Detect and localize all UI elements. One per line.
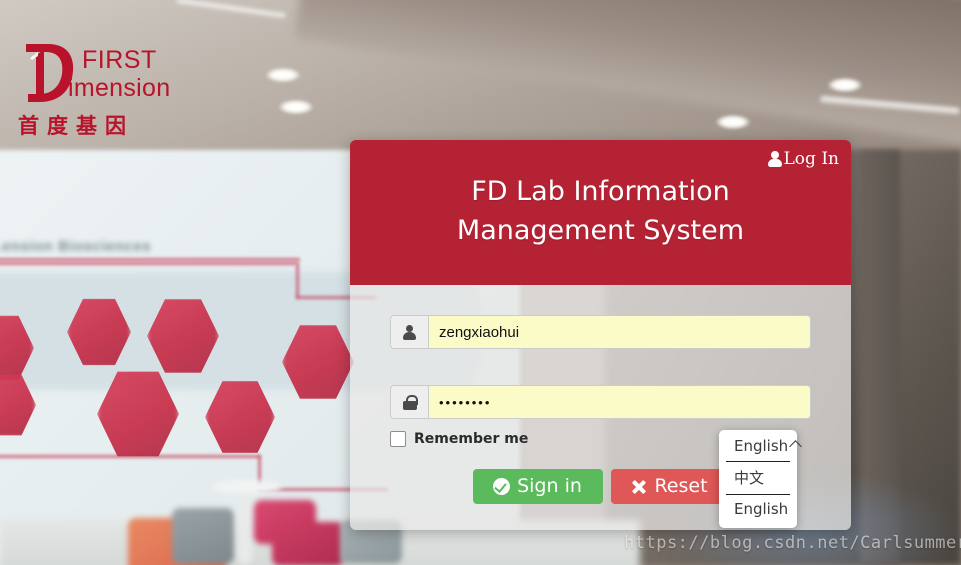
- table-top: [212, 480, 282, 494]
- username-input[interactable]: [428, 315, 811, 349]
- sign-in-button-label: Sign in: [517, 475, 582, 497]
- graphic-line: [296, 262, 299, 298]
- table-stem: [238, 488, 252, 564]
- sign-in-button[interactable]: Sign in: [472, 469, 603, 504]
- password-addon: [390, 385, 428, 419]
- username-addon: [390, 315, 428, 349]
- reset-button[interactable]: Reset: [610, 469, 729, 504]
- logo-chinese-text: 首度基因: [18, 113, 134, 138]
- chevron-up-icon: [791, 442, 801, 448]
- login-panel-header: Log In FD Lab Information Management Sys…: [350, 140, 851, 285]
- remember-me-label[interactable]: Remember me: [414, 431, 528, 447]
- brand-logo: FIRST imension 首度基因: [18, 38, 258, 138]
- password-group: [390, 385, 811, 419]
- page-title: FD Lab Information Management System: [456, 176, 745, 247]
- user-icon: [767, 151, 782, 167]
- logo-d-mark: [18, 38, 80, 104]
- downlight: [266, 68, 300, 82]
- logo-first-text: FIRST: [82, 46, 157, 74]
- downlight: [716, 115, 750, 129]
- remember-me-checkbox[interactable]: [390, 431, 406, 447]
- password-input[interactable]: [428, 385, 811, 419]
- check-circle-icon: [493, 478, 511, 495]
- graphic-line: [0, 258, 300, 261]
- logo-dimension-text: imension: [68, 74, 171, 102]
- language-option-en[interactable]: English: [726, 495, 790, 524]
- chair: [172, 508, 234, 564]
- language-option-zh[interactable]: 中文: [726, 462, 790, 495]
- downlight: [828, 78, 862, 92]
- username-group: [390, 315, 811, 349]
- log-in-link-label: Log In: [783, 149, 839, 169]
- language-dropdown-selected: English: [734, 437, 789, 455]
- graphic-line: [0, 262, 296, 265]
- downlight: [279, 100, 313, 114]
- wall-graphic-text: ...ension Biosciences: [0, 238, 152, 255]
- user-icon: [403, 324, 416, 340]
- logo-d-svg: [26, 44, 74, 102]
- x-icon: [631, 479, 647, 495]
- lock-icon: [402, 394, 418, 410]
- language-dropdown-toggle[interactable]: English: [726, 432, 790, 462]
- sofa: [272, 522, 344, 565]
- reset-button-label: Reset: [654, 475, 708, 497]
- language-dropdown: English 中文 English: [719, 430, 797, 528]
- log-in-link[interactable]: Log In: [767, 149, 839, 169]
